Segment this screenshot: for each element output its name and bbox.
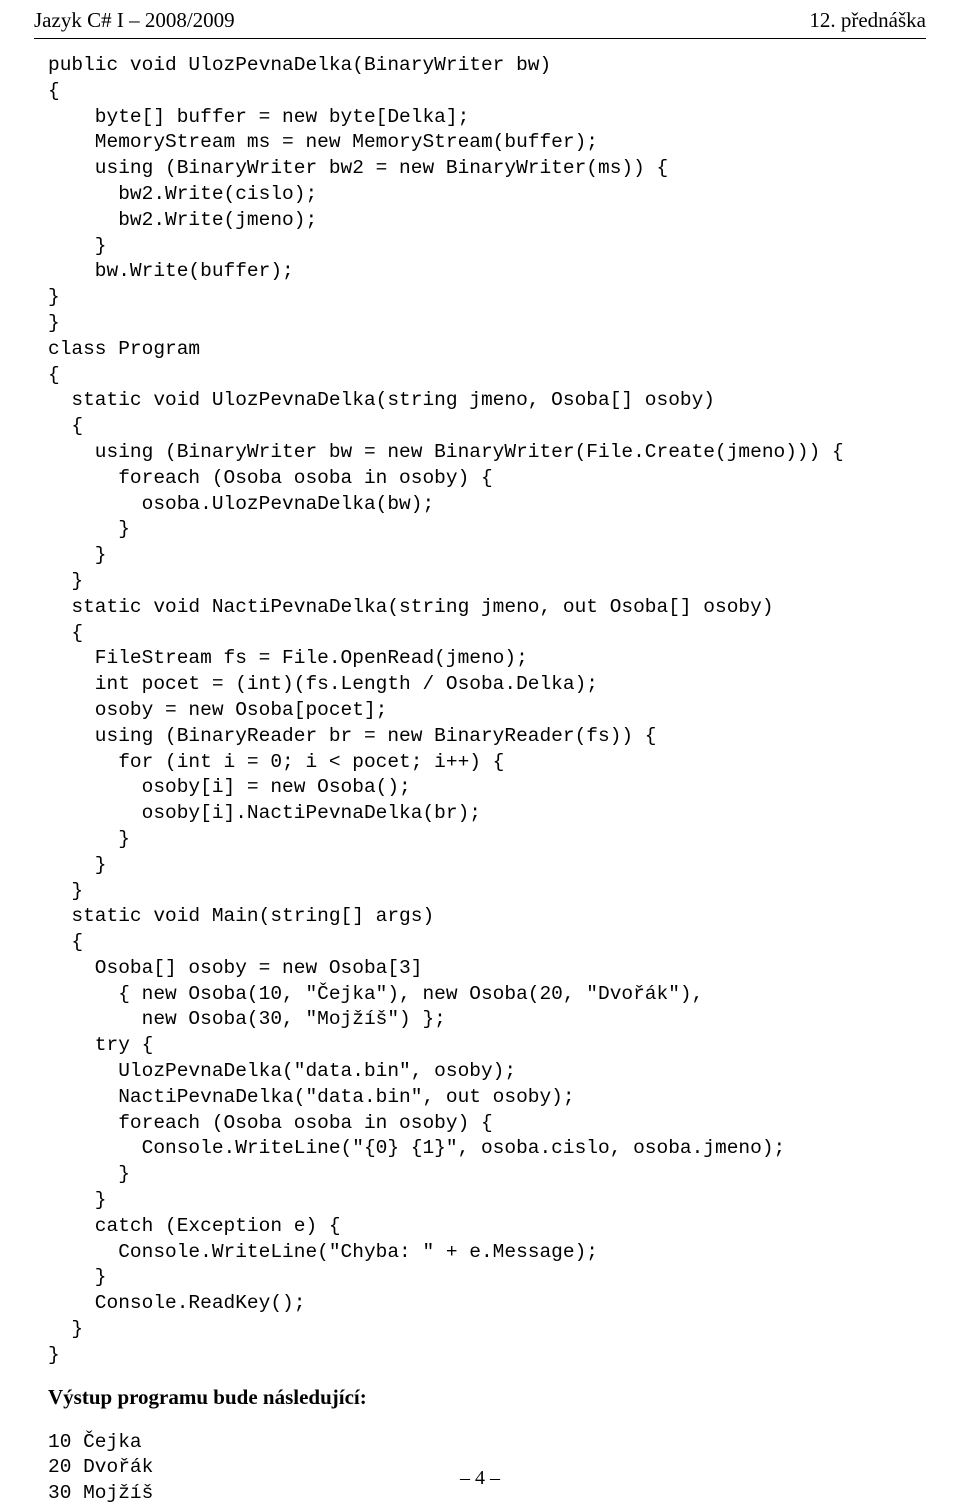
code-line: static void NactiPevnaDelka(string jmeno… [48, 595, 774, 618]
code-line: osoby = new Osoba[pocet]; [48, 698, 388, 721]
code-line: } [48, 286, 60, 309]
header-lecture-number: 12. přednáška [809, 8, 926, 32]
code-line: } [48, 544, 107, 567]
code-line: FileStream fs = File.OpenRead(jmeno); [48, 647, 528, 670]
code-line: using (BinaryWriter bw = new BinaryWrite… [48, 440, 844, 463]
header-course-title: Jazyk C# I – 2008/2009 [34, 8, 235, 32]
output-caption: Výstup programu bude následující: [48, 1384, 367, 1409]
code-line: { [48, 931, 84, 954]
code-line: static void Main(string[] args) [48, 905, 435, 928]
code-line: Osoba[] osoby = new Osoba[3] [48, 956, 423, 979]
code-line: catch (Exception e) { [48, 1214, 341, 1237]
code-line: new Osoba(30, "Mojžíš") }; [48, 1008, 446, 1031]
code-line: osoba.UlozPevnaDelka(bw); [48, 492, 435, 515]
code-line: bw2.Write(jmeno); [48, 208, 318, 231]
code-line: { [48, 415, 84, 438]
code-line: { new Osoba(10, "Čejka"), new Osoba(20, … [48, 982, 704, 1005]
code-line: } [48, 518, 130, 541]
code-line: Console.WriteLine("{0} {1}", osoba.cislo… [48, 1137, 786, 1160]
code-line: } [48, 1343, 60, 1366]
code-line: } [48, 879, 84, 902]
code-line: osoby[i] = new Osoba(); [48, 776, 411, 799]
code-listing: public void UlozPevnaDelka(BinaryWriter … [48, 39, 926, 1369]
code-line: { [48, 79, 60, 102]
code-line: for (int i = 0; i < pocet; i++) { [48, 750, 505, 773]
code-line: foreach (Osoba osoba in osoby) { [48, 1111, 493, 1134]
code-line: Console.ReadKey(); [48, 1292, 306, 1315]
page: Jazyk C# I – 2008/2009 12. přednáška pub… [0, 0, 960, 1512]
page-header: Jazyk C# I – 2008/2009 12. přednáška [34, 0, 926, 39]
page-number: – 4 – [460, 1467, 500, 1489]
code-line: } [48, 827, 130, 850]
code-line: } [48, 1266, 107, 1289]
code-line: public void UlozPevnaDelka(BinaryWriter … [48, 54, 552, 76]
code-line: using (BinaryWriter bw2 = new BinaryWrit… [48, 157, 669, 180]
code-line: } [48, 1189, 107, 1212]
code-line: Console.WriteLine("Chyba: " + e.Message)… [48, 1240, 598, 1263]
code-line: } [48, 1318, 84, 1341]
code-line: } [48, 311, 60, 334]
code-line: class Program [48, 337, 201, 360]
code-line: bw.Write(buffer); [48, 260, 294, 283]
code-line: NactiPevnaDelka("data.bin", out osoby); [48, 1085, 575, 1108]
code-line: } [48, 1163, 130, 1186]
code-line: bw2.Write(cislo); [48, 182, 318, 205]
code-line: } [48, 853, 107, 876]
code-line: static void UlozPevnaDelka(string jmeno,… [48, 389, 716, 412]
code-line: osoby[i].NactiPevnaDelka(br); [48, 802, 481, 825]
code-line: { [48, 621, 84, 644]
code-line: } [48, 234, 107, 257]
output-line: 10 Čejka [48, 1430, 142, 1453]
code-line: foreach (Osoba osoba in osoby) { [48, 466, 493, 489]
code-listing-container: public void UlozPevnaDelka(BinaryWriter … [34, 39, 926, 1507]
code-line: MemoryStream ms = new MemoryStream(buffe… [48, 131, 598, 154]
code-line: byte[] buffer = new byte[Delka]; [48, 105, 470, 128]
code-line: UlozPevnaDelka("data.bin", osoby); [48, 1060, 517, 1083]
code-line: { [48, 363, 60, 386]
code-line: } [48, 569, 84, 592]
code-line: using (BinaryReader br = new BinaryReade… [48, 724, 657, 747]
code-line: try { [48, 1034, 154, 1057]
code-line: int pocet = (int)(fs.Length / Osoba.Delk… [48, 673, 598, 696]
